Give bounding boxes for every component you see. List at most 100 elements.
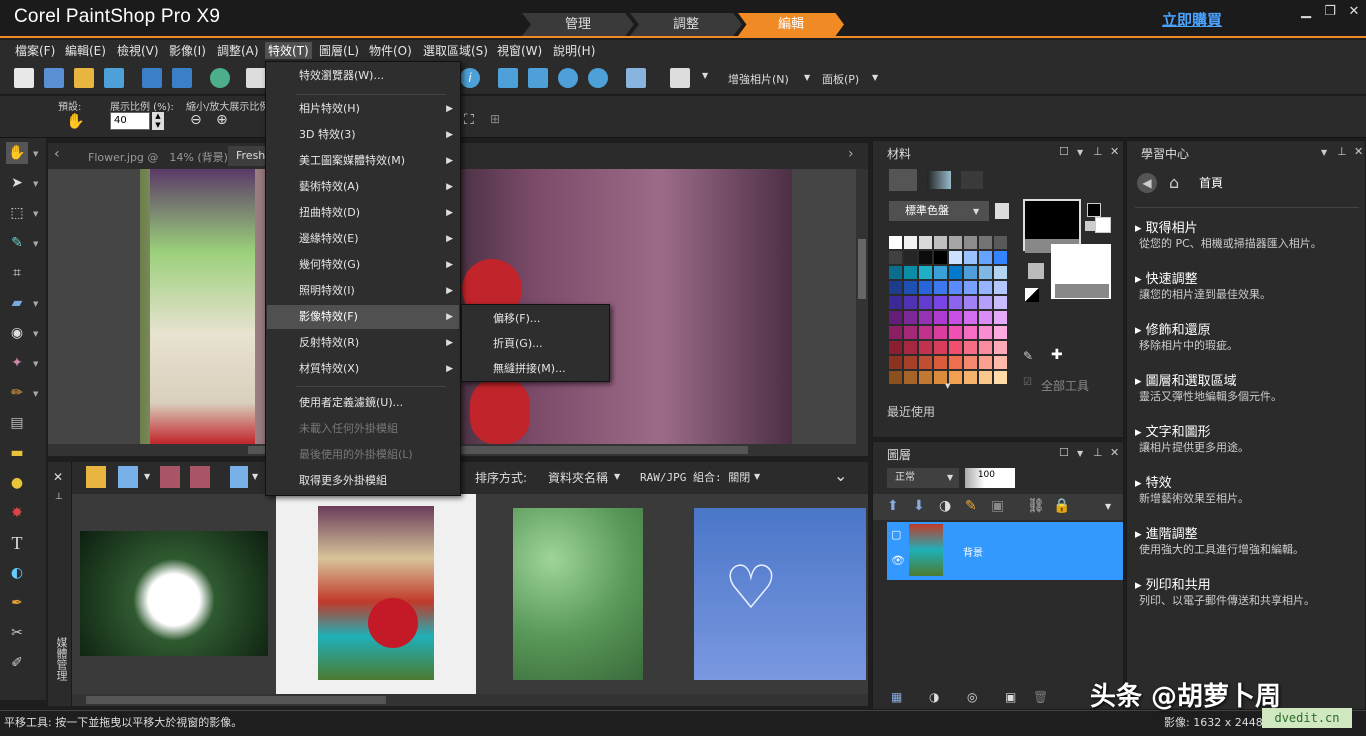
dropper-tool-dropdown-icon[interactable]: ▼: [33, 240, 38, 248]
zoom-out-small-icon[interactable]: ⊖: [190, 112, 202, 128]
close-window-button[interactable]: ✕: [1344, 4, 1364, 19]
blend-mode-dropdown-icon[interactable]: ▼: [947, 473, 953, 482]
menu-image-effects[interactable]: 影像特效(F) ▶: [267, 305, 459, 329]
adjust-tab-icon[interactable]: [961, 171, 983, 189]
enhance-photo-button[interactable]: 增強相片(N): [728, 71, 789, 87]
color-swatch[interactable]: [964, 341, 977, 354]
color-swatch[interactable]: [889, 341, 902, 354]
adjustment-layer-icon[interactable]: ✎: [965, 498, 977, 514]
color-swatch[interactable]: [979, 266, 992, 279]
layers-float-icon[interactable]: ☐: [1059, 446, 1069, 459]
user-dropdown-icon[interactable]: ▼: [252, 472, 258, 481]
mode-tab-manage[interactable]: 管理: [522, 13, 634, 36]
mode-tab-adjust[interactable]: 調整: [630, 13, 742, 36]
color-swatch[interactable]: [964, 281, 977, 294]
fit-window-icon[interactable]: [528, 68, 548, 88]
color-swatch[interactable]: [904, 251, 917, 264]
menu-layers[interactable]: 圖層(L): [316, 42, 362, 59]
all-tools-checkbox[interactable]: ☑: [1023, 377, 1032, 388]
color-swatch[interactable]: [919, 281, 932, 294]
menu-edit[interactable]: 編輯(E): [62, 42, 109, 59]
color-swatch[interactable]: [934, 341, 947, 354]
buy-now-link[interactable]: 立即購買: [1162, 9, 1222, 30]
add-swatch-icon[interactable]: ✚: [1051, 347, 1063, 363]
color-swatch[interactable]: [979, 236, 992, 249]
enhance-dropdown-icon[interactable]: ▼: [804, 73, 810, 82]
color-swatch[interactable]: [949, 341, 962, 354]
red-eye-tool-dropdown-icon[interactable]: ▼: [33, 330, 38, 338]
menu-effects[interactable]: 特效(T): [265, 42, 312, 59]
color-swatch[interactable]: [964, 236, 977, 249]
learning-item-layers[interactable]: ▸ 圖層和選取區域 靈活又彈性地編輯多個元件。: [1127, 370, 1365, 418]
menu-selections[interactable]: 選取區域(S): [420, 42, 491, 59]
menu-get-more-plugins[interactable]: 取得更多外掛模組: [267, 469, 459, 493]
learning-item-advanced[interactable]: ▸ 進階調整 使用強大的工具進行增強和編輯。: [1127, 523, 1365, 571]
canvas-vertical-scrollbar[interactable]: [856, 169, 868, 444]
color-swatch[interactable]: [964, 326, 977, 339]
text-tool-icon[interactable]: T: [6, 532, 28, 554]
menu-window[interactable]: 視窗(W): [494, 42, 545, 59]
menu-effect-browser[interactable]: 特效瀏覽器(W)...: [267, 64, 459, 88]
color-swatch[interactable]: [949, 371, 962, 384]
details-view-icon[interactable]: [118, 466, 138, 488]
menu-user-defined-filter[interactable]: 使用者定義濾鏡(U)...: [267, 391, 459, 415]
color-swatch[interactable]: [919, 356, 932, 369]
color-swatch[interactable]: [904, 311, 917, 324]
color-swatch[interactable]: [889, 296, 902, 309]
swatch-tab-icon[interactable]: [889, 169, 917, 191]
layers-close-icon[interactable]: ✕: [1110, 446, 1119, 459]
maximize-button[interactable]: ❐: [1320, 4, 1340, 19]
zoom-out-icon[interactable]: [558, 68, 578, 88]
color-swatch[interactable]: [904, 296, 917, 309]
duplicate-layer-icon[interactable]: ▣: [991, 498, 1004, 514]
layer-row-background[interactable]: 背景: [887, 522, 1123, 580]
merge-down-icon[interactable]: ⬇: [913, 498, 925, 514]
pen-tool-icon[interactable]: ✒: [6, 592, 28, 614]
straighten-tool-icon[interactable]: ▰: [6, 292, 28, 314]
color-swatch[interactable]: [889, 326, 902, 339]
selection-tool-icon[interactable]: ⬚: [6, 202, 28, 224]
color-swatch[interactable]: [949, 296, 962, 309]
mask-icon[interactable]: ◑: [939, 498, 951, 514]
hand-preset-icon[interactable]: ✋: [66, 112, 85, 130]
paste-dropdown-icon[interactable]: ▼: [702, 71, 708, 80]
menu-art-media-effects[interactable]: 美工圖案媒體特效(M) ▶: [267, 149, 459, 173]
actual-size-icon[interactable]: [498, 68, 518, 88]
submenu-page-curl[interactable]: 折頁(G)...: [463, 332, 608, 356]
color-swatch[interactable]: [889, 236, 902, 249]
color-swatch[interactable]: [979, 281, 992, 294]
materials-menu-icon[interactable]: ▼: [1077, 148, 1083, 157]
learning-pin-icon[interactable]: ⊥: [1337, 145, 1347, 158]
color-swatch[interactable]: [964, 251, 977, 264]
color-swatch[interactable]: [919, 341, 932, 354]
grid-small-icon[interactable]: ⊞: [490, 112, 500, 126]
color-swatch[interactable]: [904, 356, 917, 369]
layer-visibility-icon[interactable]: 👁: [891, 554, 905, 567]
warp-tool-icon[interactable]: ✂: [6, 622, 28, 644]
color-swatch[interactable]: [934, 236, 947, 249]
home-icon[interactable]: ⌂: [1169, 173, 1179, 192]
background-style-icons[interactable]: [1055, 284, 1109, 298]
menu-distortion-effects[interactable]: 扭曲特效(D) ▶: [267, 201, 459, 225]
panels-button[interactable]: 面板(P): [822, 71, 859, 87]
color-swatch[interactable]: [979, 341, 992, 354]
gradient-tool-icon[interactable]: ▤: [6, 412, 28, 434]
adjust-footer-icon[interactable]: ◑: [929, 690, 939, 704]
pan-tool-dropdown-icon[interactable]: ▼: [33, 150, 38, 158]
zoom-in-icon[interactable]: [588, 68, 608, 88]
color-swatch[interactable]: [964, 311, 977, 324]
color-swatch[interactable]: [979, 356, 992, 369]
screenshot-icon[interactable]: [626, 68, 646, 88]
color-swatch[interactable]: [964, 296, 977, 309]
color-swatch[interactable]: [979, 371, 992, 384]
brush-tool-icon[interactable]: ✏: [6, 382, 28, 404]
learning-item-text[interactable]: ▸ 文字和圖形 讓相片提供更多用途。: [1127, 421, 1365, 469]
layer-group-icon[interactable]: ▢: [891, 528, 901, 541]
color-replacer-tool-icon[interactable]: ✸: [6, 502, 28, 524]
color-swatch[interactable]: [979, 296, 992, 309]
color-swatch[interactable]: [904, 371, 917, 384]
gradient-tab-icon[interactable]: [927, 171, 951, 189]
retouch-tool-icon[interactable]: ✐: [6, 652, 28, 674]
menu-artistic-effects[interactable]: 藝術特效(A) ▶: [267, 175, 459, 199]
zoom-stepper[interactable]: ▲ ▼: [152, 112, 164, 130]
